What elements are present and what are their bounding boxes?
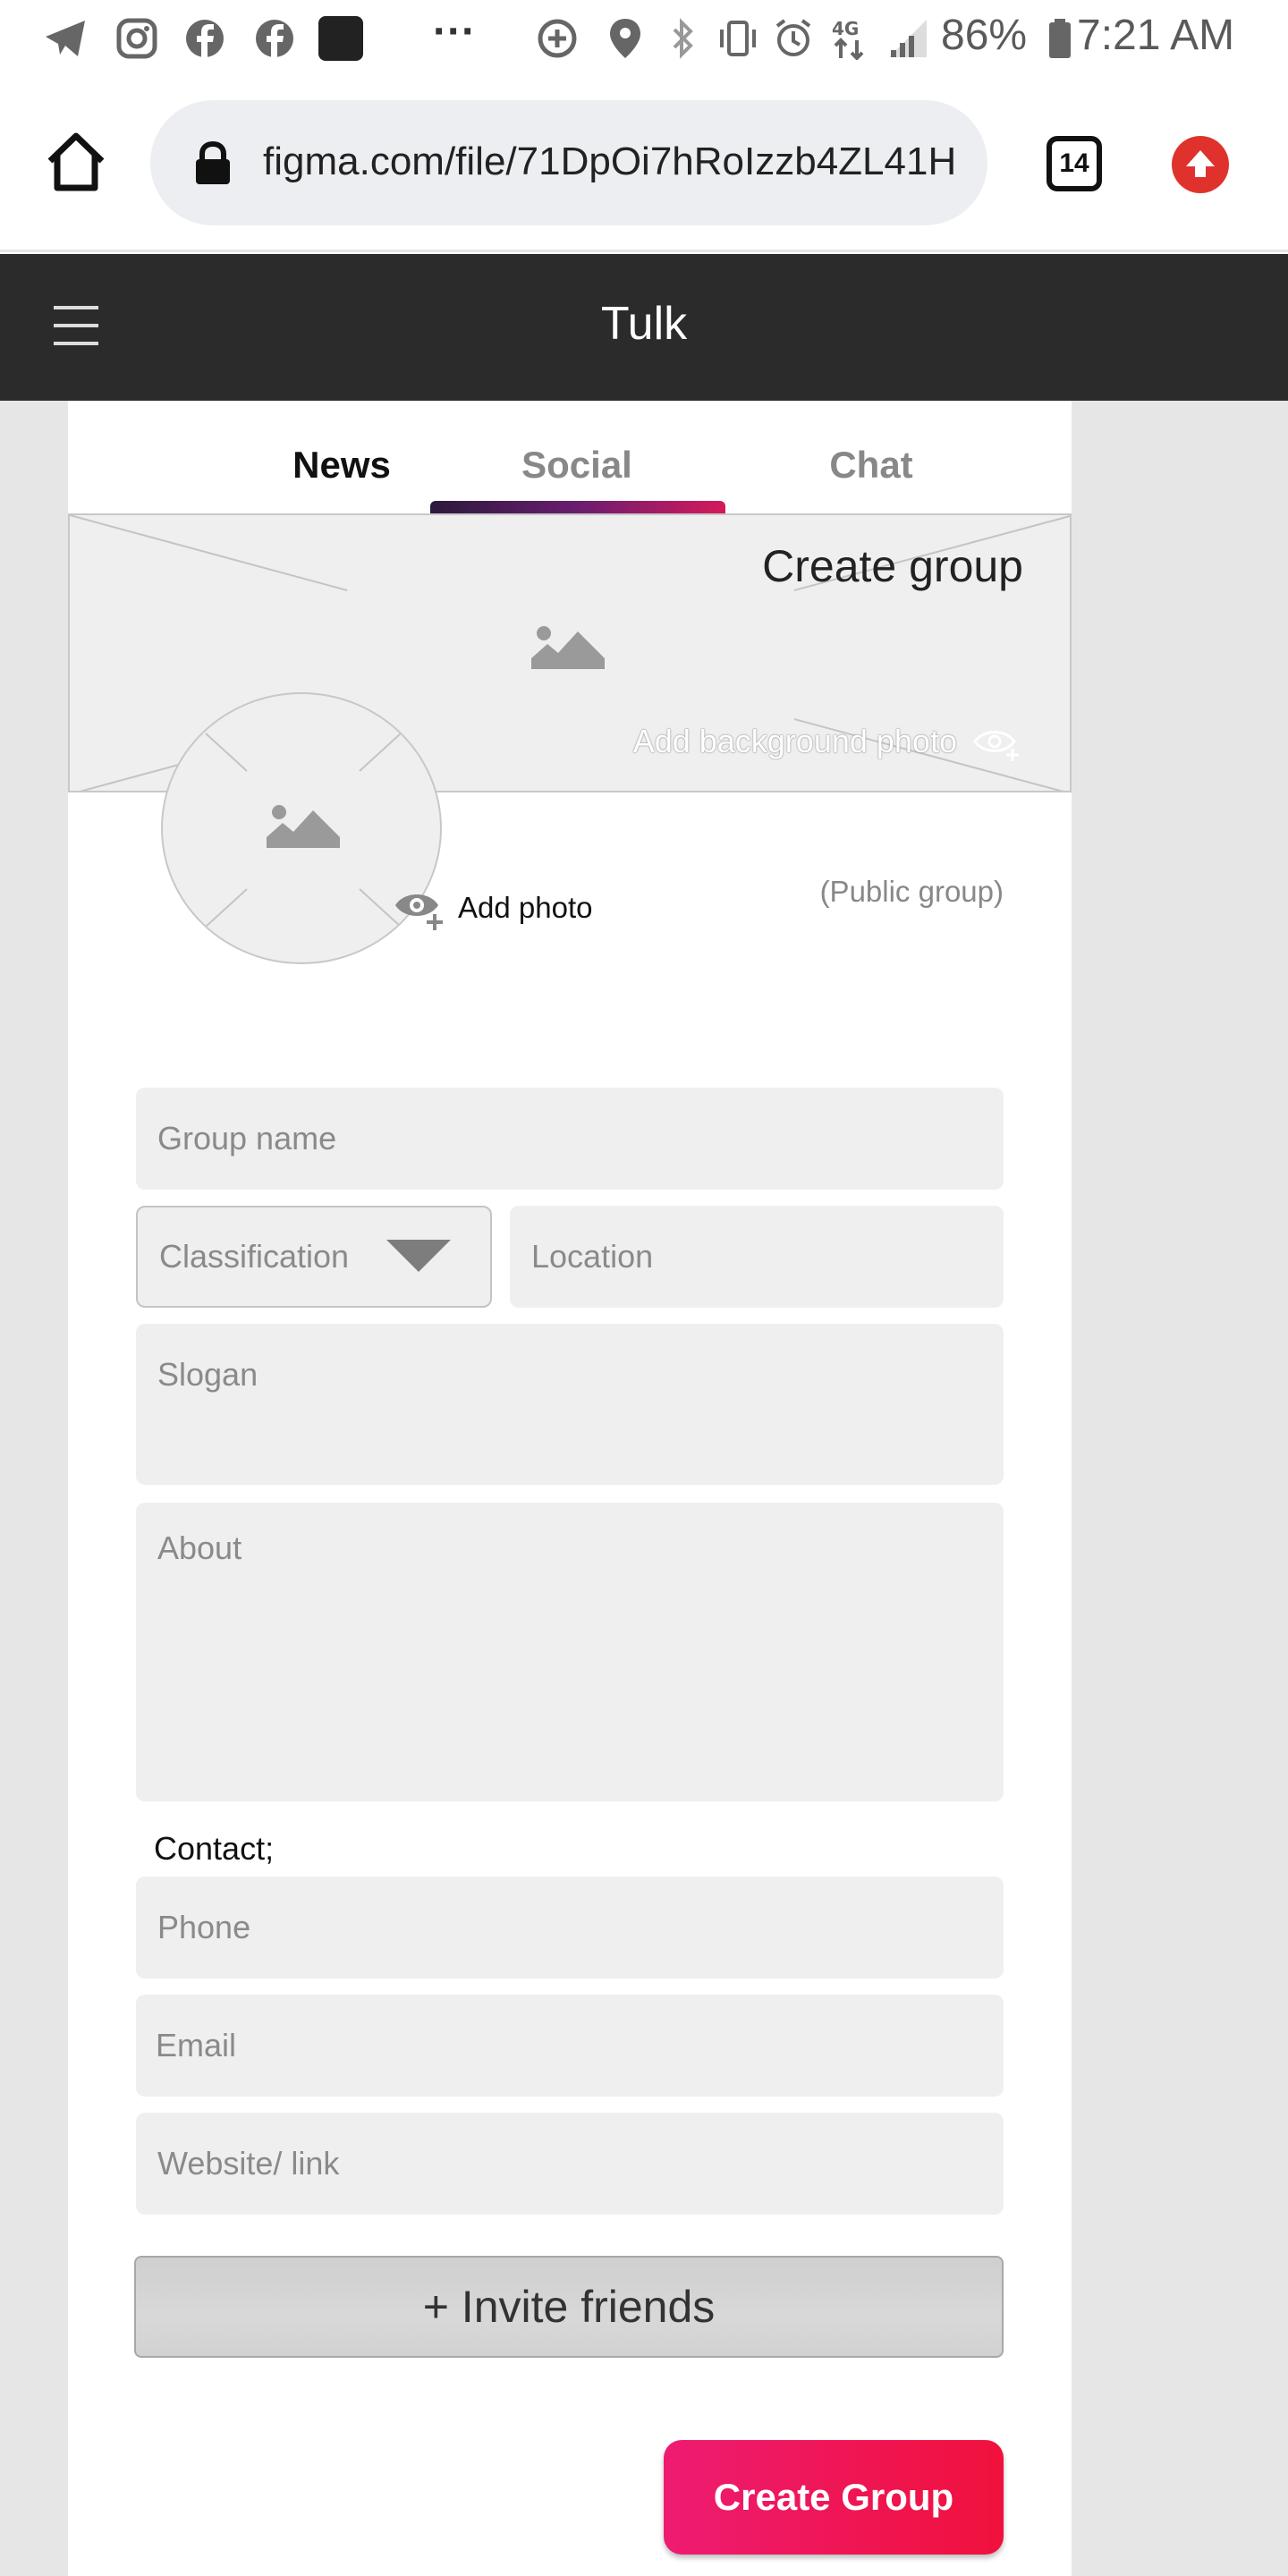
update-button[interactable] bbox=[1172, 136, 1229, 193]
facebook-icon bbox=[252, 16, 297, 61]
url-text: figma.com/file/71DpOi7hRoIzzb4ZL41H bbox=[263, 140, 957, 183]
more-notifications-indicator: ··· bbox=[433, 8, 476, 55]
signal-icon bbox=[886, 16, 930, 61]
instagram-icon bbox=[114, 16, 159, 61]
add-photo-eye-icon bbox=[973, 731, 1019, 762]
network-4g-icon: 4G bbox=[830, 16, 875, 61]
telegram-icon bbox=[43, 16, 88, 61]
alarm-icon bbox=[771, 16, 816, 61]
arrow-up-icon bbox=[1186, 150, 1215, 177]
about-textarea[interactable]: About bbox=[136, 1503, 1004, 1801]
browser-toolbar: figma.com/file/71DpOi7hRoIzzb4ZL41H 14 bbox=[0, 77, 1288, 252]
status-bar: ··· 4G 86% 7:21 AM bbox=[0, 0, 1288, 77]
email-input[interactable]: Email bbox=[136, 1995, 1004, 2097]
app-header: Tulk bbox=[0, 254, 1288, 401]
classification-select[interactable]: Classification bbox=[136, 1206, 492, 1308]
group-name-input[interactable]: Group name bbox=[136, 1088, 1004, 1190]
app-title: Tulk bbox=[600, 298, 688, 350]
content-panel: News Social Chat Create group Add backgr… bbox=[68, 401, 1072, 2576]
phone-input[interactable]: Phone bbox=[136, 1877, 1004, 1979]
home-icon[interactable] bbox=[45, 131, 107, 193]
battery-icon bbox=[1038, 16, 1082, 61]
location-input[interactable]: Location bbox=[510, 1206, 1004, 1308]
add-photo-eye-icon bbox=[395, 894, 443, 930]
group-visibility-label: (Public group) bbox=[819, 875, 1004, 908]
dropdown-arrow-icon bbox=[386, 1240, 451, 1272]
bluetooth-icon bbox=[660, 16, 705, 61]
svg-text:4G: 4G bbox=[832, 18, 859, 39]
add-background-label: Add background photo bbox=[632, 723, 957, 759]
create-group-button[interactable]: Create Group bbox=[664, 2440, 1004, 2555]
page-title: Create group bbox=[762, 541, 1023, 591]
address-bar[interactable]: figma.com/file/71DpOi7hRoIzzb4ZL41H bbox=[150, 100, 987, 225]
add-photo-label: Add photo bbox=[458, 891, 593, 924]
website-input[interactable]: Website/ link bbox=[136, 2113, 1004, 2215]
active-tab-indicator bbox=[430, 501, 725, 513]
data-saver-icon bbox=[535, 16, 580, 61]
add-photo-button[interactable]: Add photo bbox=[394, 884, 592, 932]
app-square-icon bbox=[318, 16, 363, 61]
add-background-photo-link[interactable]: Add background photo bbox=[632, 723, 1023, 762]
right-gutter bbox=[1072, 401, 1288, 2576]
tab-news[interactable]: News bbox=[208, 444, 476, 487]
clock: 7:21 AM bbox=[1077, 12, 1235, 59]
image-icon bbox=[531, 623, 605, 674]
battery-percent: 86% bbox=[941, 12, 1028, 59]
vibrate-icon bbox=[716, 16, 760, 61]
facebook-icon bbox=[182, 16, 227, 61]
slogan-input[interactable]: Slogan bbox=[136, 1324, 1004, 1485]
invite-friends-button[interactable]: + Invite friends bbox=[134, 2256, 1004, 2358]
tab-chat[interactable]: Chat bbox=[737, 444, 1005, 487]
contact-section-label: Contact; bbox=[154, 1830, 275, 1867]
tab-social[interactable]: Social bbox=[443, 444, 711, 487]
tab-switcher-button[interactable]: 14 bbox=[1046, 136, 1102, 191]
lock-icon bbox=[193, 140, 233, 186]
left-gutter bbox=[0, 401, 68, 2576]
location-icon bbox=[603, 16, 648, 61]
image-icon bbox=[267, 801, 340, 852]
classification-value: Classification bbox=[159, 1238, 350, 1275]
